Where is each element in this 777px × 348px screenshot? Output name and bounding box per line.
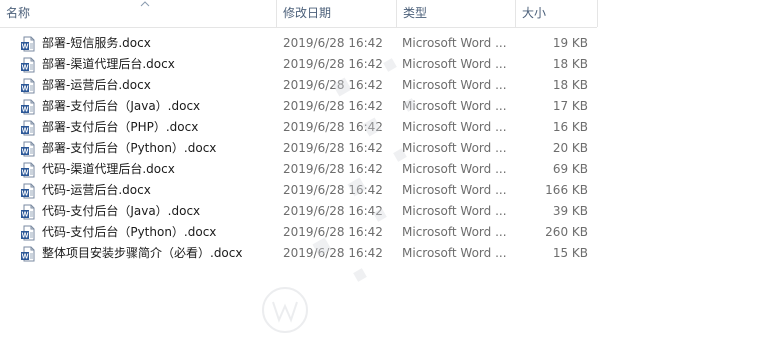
- file-type: Microsoft Word ...: [402, 57, 507, 71]
- file-size: 20 KB: [552, 141, 588, 155]
- file-name: 代码-运营后台.docx: [42, 183, 151, 197]
- word-doc-icon: W: [21, 99, 35, 115]
- file-name: 部署-支付后台（Java）.docx: [42, 99, 201, 113]
- file-type: Microsoft Word ...: [402, 246, 507, 260]
- file-explorer-list-view: 名称 修改日期 类型 大小 W 部署-短信服务.docx 2019/6/28 1…: [0, 0, 777, 348]
- word-doc-icon: W: [21, 120, 35, 136]
- svg-text:W: W: [22, 149, 29, 156]
- file-row[interactable]: W 部署-支付后台（PHP）.docx 2019/6/28 16:42 Micr…: [0, 117, 597, 138]
- file-size: 17 KB: [552, 99, 588, 113]
- file-date-modified: 2019/6/28 16:42: [283, 78, 383, 92]
- file-row[interactable]: W 代码-运营后台.docx 2019/6/28 16:42 Microsoft…: [0, 180, 597, 201]
- word-doc-icon: W: [21, 162, 35, 178]
- file-size: 18 KB: [552, 57, 588, 71]
- word-doc-icon: W: [21, 78, 35, 94]
- file-type: Microsoft Word ...: [402, 204, 507, 218]
- file-size: 39 KB: [552, 204, 588, 218]
- file-size: 15 KB: [552, 246, 588, 260]
- svg-text:W: W: [22, 233, 29, 240]
- file-size: 19 KB: [552, 36, 588, 50]
- file-date-modified: 2019/6/28 16:42: [283, 183, 383, 197]
- column-header-date-modified[interactable]: 修改日期: [276, 0, 396, 27]
- svg-text:W: W: [22, 191, 29, 198]
- column-header-bar: 名称 修改日期 类型 大小: [0, 0, 598, 28]
- file-row[interactable]: W 代码-支付后台（Java）.docx 2019/6/28 16:42 Mic…: [0, 201, 597, 222]
- file-row[interactable]: W 部署-渠道代理后台.docx 2019/6/28 16:42 Microso…: [0, 54, 597, 75]
- file-name: 整体项目安装步骤简介（必看）.docx: [42, 246, 243, 260]
- word-doc-icon: W: [21, 246, 35, 262]
- file-size: 166 KB: [545, 183, 588, 197]
- svg-text:W: W: [22, 107, 29, 114]
- svg-text:W: W: [22, 86, 29, 93]
- file-row[interactable]: W 整体项目安装步骤简介（必看）.docx 2019/6/28 16:42 Mi…: [0, 243, 597, 264]
- word-doc-icon: W: [21, 183, 35, 199]
- file-name: 部署-运营后台.docx: [42, 78, 151, 92]
- word-doc-icon: W: [21, 141, 35, 157]
- svg-text:W: W: [22, 212, 29, 219]
- file-date-modified: 2019/6/28 16:42: [283, 36, 383, 50]
- file-date-modified: 2019/6/28 16:42: [283, 141, 383, 155]
- column-header-type[interactable]: 类型: [396, 0, 515, 27]
- file-size: 16 KB: [552, 120, 588, 134]
- svg-text:W: W: [22, 128, 29, 135]
- column-header-name[interactable]: 名称: [0, 0, 276, 27]
- svg-text:W: W: [22, 44, 29, 51]
- file-row[interactable]: W 代码-渠道代理后台.docx 2019/6/28 16:42 Microso…: [0, 159, 597, 180]
- svg-text:W: W: [22, 65, 29, 72]
- file-type: Microsoft Word ...: [402, 120, 507, 134]
- file-date-modified: 2019/6/28 16:42: [283, 99, 383, 113]
- word-doc-icon: W: [21, 225, 35, 241]
- file-type: Microsoft Word ...: [402, 36, 507, 50]
- svg-text:W: W: [22, 170, 29, 177]
- file-type: Microsoft Word ...: [402, 99, 507, 113]
- file-row[interactable]: W 部署-支付后台（Python）.docx 2019/6/28 16:42 M…: [0, 138, 597, 159]
- file-date-modified: 2019/6/28 16:42: [283, 57, 383, 71]
- file-size: 260 KB: [545, 225, 588, 239]
- file-date-modified: 2019/6/28 16:42: [283, 225, 383, 239]
- file-size: 18 KB: [552, 78, 588, 92]
- file-name: 部署-支付后台（Python）.docx: [42, 141, 217, 155]
- file-row[interactable]: W 部署-运营后台.docx 2019/6/28 16:42 Microsoft…: [0, 75, 597, 96]
- file-date-modified: 2019/6/28 16:42: [283, 120, 383, 134]
- column-header-divider: [597, 0, 598, 27]
- file-name: 部署-支付后台（PHP）.docx: [42, 120, 199, 134]
- file-size: 69 KB: [552, 162, 588, 176]
- word-doc-icon: W: [21, 36, 35, 52]
- file-name: 代码-渠道代理后台.docx: [42, 162, 175, 176]
- word-doc-icon: W: [21, 57, 35, 73]
- file-type: Microsoft Word ...: [402, 162, 507, 176]
- file-type: Microsoft Word ...: [402, 141, 507, 155]
- svg-text:W: W: [22, 254, 29, 261]
- file-row[interactable]: W 部署-支付后台（Java）.docx 2019/6/28 16:42 Mic…: [0, 96, 597, 117]
- file-row[interactable]: W 代码-支付后台（Python）.docx 2019/6/28 16:42 M…: [0, 222, 597, 243]
- file-name: 代码-支付后台（Python）.docx: [42, 225, 217, 239]
- file-date-modified: 2019/6/28 16:42: [283, 246, 383, 260]
- file-date-modified: 2019/6/28 16:42: [283, 204, 383, 218]
- file-date-modified: 2019/6/28 16:42: [283, 162, 383, 176]
- file-name: 部署-渠道代理后台.docx: [42, 57, 175, 71]
- file-row[interactable]: W 部署-短信服务.docx 2019/6/28 16:42 Microsoft…: [0, 33, 597, 54]
- file-name: 代码-支付后台（Java）.docx: [42, 204, 201, 218]
- file-name: 部署-短信服务.docx: [42, 36, 151, 50]
- file-list: W 部署-短信服务.docx 2019/6/28 16:42 Microsoft…: [0, 33, 597, 264]
- file-type: Microsoft Word ...: [402, 225, 507, 239]
- file-type: Microsoft Word ...: [402, 183, 507, 197]
- word-doc-icon: W: [21, 204, 35, 220]
- file-type: Microsoft Word ...: [402, 78, 507, 92]
- column-header-size[interactable]: 大小: [515, 0, 597, 27]
